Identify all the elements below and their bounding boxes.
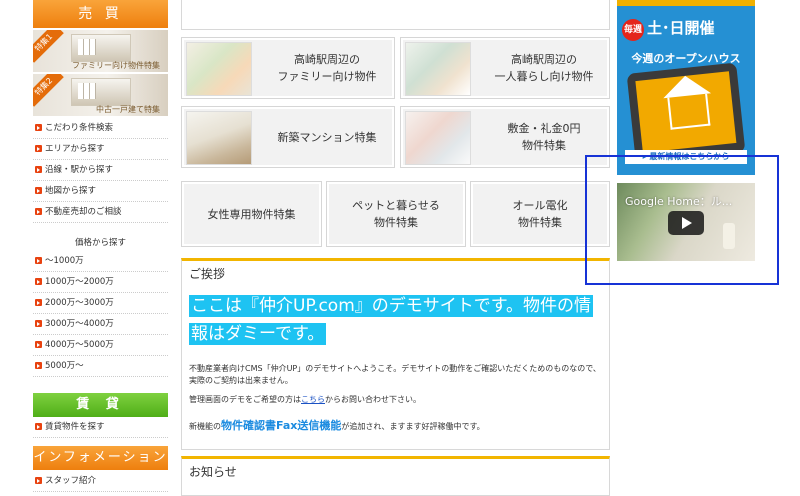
tile-no-deposit-line1: 敷金・礼金0円 [507,122,581,135]
video-thumbnail-object [723,223,735,249]
price-link[interactable]: 5000万～ [33,356,168,377]
family-photo [186,42,252,96]
weekly-badge: 毎週 [622,19,644,41]
tile-women-only-label: 女性専用物件特集 [207,208,296,221]
tile-pet-friendly[interactable]: ペットと暮らせる 物件特集 [326,181,466,247]
tile-electric-line2: 物件特集 [518,216,562,229]
tablet-screen [635,71,737,153]
arrow-bullet-icon [35,187,42,194]
banner-top-strip [617,0,755,6]
sidebar-link-area-search[interactable]: エリアから探す [33,139,168,160]
top-panel [181,0,610,30]
feature-tag-2: 特集2 [33,74,64,107]
sidebar-link-staff[interactable]: スタッフ紹介 [33,471,168,492]
buy-section-header: 売 買 [33,0,168,28]
price-link[interactable]: 4000万～5000万 [33,335,168,356]
feature-caption-2: 中古一戸建て特集 [96,105,160,114]
arrow-bullet-icon [35,423,42,430]
arrow-bullet-icon [35,278,42,285]
tile-new-mansion[interactable]: 新築マンション特集 [181,106,395,168]
news-title: お知らせ [189,465,237,479]
tile-family-line2: ファミリー向け物件 [277,70,377,83]
single-living-photo [405,42,471,96]
right-column: 毎週 土･日開催 今週のオープンハウス ▸ 最新情報はこちらから Google … [617,0,755,494]
video-title: Google Home：ル... [625,195,733,208]
greeting-section: ご挨拶 ここは『仲介UP.com』のデモサイトです。物件の情報はダミーです。 不… [181,258,610,450]
contact-link[interactable]: こちら [301,395,325,404]
tile-electric-line1: オール電化 [512,199,568,212]
tile-no-deposit-line2: 物件特集 [522,139,566,152]
arrow-bullet-icon [35,208,42,215]
sidebar-link-condition-search[interactable]: こだわり条件検索 [33,118,168,139]
no-deposit-photo [405,111,471,165]
sidebar-link-line-station-search[interactable]: 沿線・駅から探す [33,160,168,181]
arrow-bullet-icon [35,320,42,327]
feature-banner-family[interactable]: 特集1 ファミリー向け物件特集 [33,30,168,72]
youtube-video-embed[interactable]: Google Home：ル... [617,183,755,261]
arrow-bullet-icon [35,477,42,484]
greeting-title: ご挨拶 [189,267,226,281]
tile-pet-line2: 物件特集 [374,216,418,229]
mansion-interior-photo [186,111,252,165]
sidebar-link-map-search[interactable]: 地図から探す [33,181,168,202]
main-content: 高崎駅周辺の ファミリー向け物件 高崎駅周辺の 一人暮らし向け物件 新築マンショ… [181,0,610,496]
left-sidebar: 売 買 特集1 ファミリー向け物件特集 特集2 中古一戸建て特集 こだわり条件検… [33,0,168,494]
price-link[interactable]: 2000万～3000万 [33,293,168,314]
sidebar-link-rent-search[interactable]: 賃貸物件を探す [33,417,168,438]
tile-single-properties[interactable]: 高崎駅周辺の 一人暮らし向け物件 [400,37,610,99]
feature-tag-1: 特集1 [33,30,64,63]
open-house-banner[interactable]: 毎週 土･日開催 今週のオープンハウス ▸ 最新情報はこちらから [617,0,755,175]
tile-family-properties[interactable]: 高崎駅周辺の ファミリー向け物件 [181,37,395,99]
arrow-bullet-icon [35,124,42,131]
tile-all-electric[interactable]: オール電化 物件特集 [470,181,610,247]
tile-single-line2: 一人暮らし向け物件 [494,70,594,83]
feature-banner-used-house[interactable]: 特集2 中古一戸建て特集 [33,74,168,116]
greeting-paragraph-3: 新機能の物件確認書Fax送信機能が追加され、ますます好評稼働中です。 [189,419,485,432]
open-house-subtitle: 今週のオープンハウス [631,52,741,65]
feature-caption-1: ファミリー向け物件特集 [72,61,160,70]
arrow-bullet-icon [35,257,42,264]
tile-no-deposit[interactable]: 敷金・礼金0円 物件特集 [400,106,610,168]
tile-new-mansion-label: 新築マンション特集 [277,131,377,144]
tablet-illustration [626,62,746,164]
arrow-bullet-icon [35,341,42,348]
tile-women-only[interactable]: 女性専用物件特集 [181,181,322,247]
feature-photo-1 [71,34,131,62]
tile-pet-line1: ペットと暮らせる [352,199,440,212]
tile-single-line1: 高崎駅周辺の [511,53,577,66]
info-section-header: インフォメーション [33,446,168,470]
tile-family-line1: 高崎駅周辺の [294,53,360,66]
house-icon [667,93,711,130]
greeting-paragraph-2: 管理画面のデモをご希望の方はこちらからお問い合わせ下さい。 [189,395,421,404]
new-feature-highlight: 物件確認書Fax送信機能 [221,419,342,432]
feature-photo-2 [71,78,131,106]
price-search-heading: 価格から探す [74,238,126,248]
greeting-paragraph-1: 不動産業者向けCMS「仲介UP」のデモサイトへようこそ。デモサイトの動作をご確認… [189,364,601,385]
arrow-bullet-icon [35,166,42,173]
open-house-days: 土･日開催 [647,19,715,37]
news-section: お知らせ [181,456,610,496]
sidebar-link-sale-consult[interactable]: 不動産売却のご相談 [33,202,168,223]
play-icon[interactable] [668,211,704,235]
arrow-bullet-icon [35,145,42,152]
rent-section-header: 賃 貸 [33,393,168,417]
greeting-headline: ここは『仲介UP.com』のデモサイトです。物件の情報はダミーです。 [189,295,594,345]
price-link[interactable]: 3000万～4000万 [33,314,168,335]
latest-info-link[interactable]: ▸ 最新情報はこちらから [625,150,747,164]
arrow-bullet-icon [35,299,42,306]
price-link[interactable]: 1000万～2000万 [33,272,168,293]
arrow-bullet-icon [35,362,42,369]
price-link[interactable]: ～1000万 [33,251,168,272]
